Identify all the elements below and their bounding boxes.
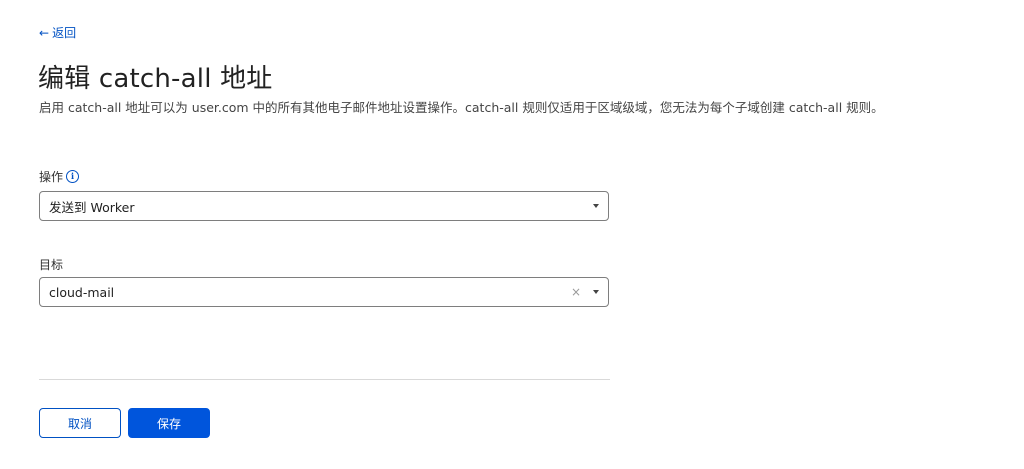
back-link[interactable]: ← 返回 bbox=[39, 24, 76, 41]
info-icon[interactable]: i bbox=[66, 170, 80, 183]
page-description: 启用 catch-all 地址可以为 user.com 中的所有其他电子邮件地址… bbox=[39, 100, 884, 115]
page-title: 编辑 catch-all 地址 bbox=[38, 64, 273, 94]
chevron-down-icon bbox=[593, 204, 599, 208]
form-divider bbox=[39, 379, 610, 380]
action-label-text: 操作 bbox=[39, 170, 64, 184]
target-select[interactable]: cloud-mail × bbox=[39, 277, 609, 307]
action-field-label: 操作 i bbox=[39, 168, 80, 185]
back-link-label: 返回 bbox=[52, 26, 77, 40]
clear-icon[interactable]: × bbox=[571, 286, 581, 298]
action-select-value: 发送到 Worker bbox=[49, 199, 135, 215]
cancel-button[interactable]: 取消 bbox=[39, 408, 121, 438]
edit-catch-all-page: ← 返回 编辑 catch-all 地址 启用 catch-all 地址可以为 … bbox=[0, 0, 1024, 469]
target-select-value: cloud-mail bbox=[49, 284, 115, 300]
target-field-label: 目标 bbox=[39, 256, 63, 273]
target-label-text: 目标 bbox=[39, 258, 64, 272]
action-select[interactable]: 发送到 Worker bbox=[39, 191, 609, 221]
chevron-down-icon bbox=[593, 290, 599, 294]
back-arrow-icon: ← bbox=[39, 25, 50, 40]
save-button[interactable]: 保存 bbox=[128, 408, 210, 438]
